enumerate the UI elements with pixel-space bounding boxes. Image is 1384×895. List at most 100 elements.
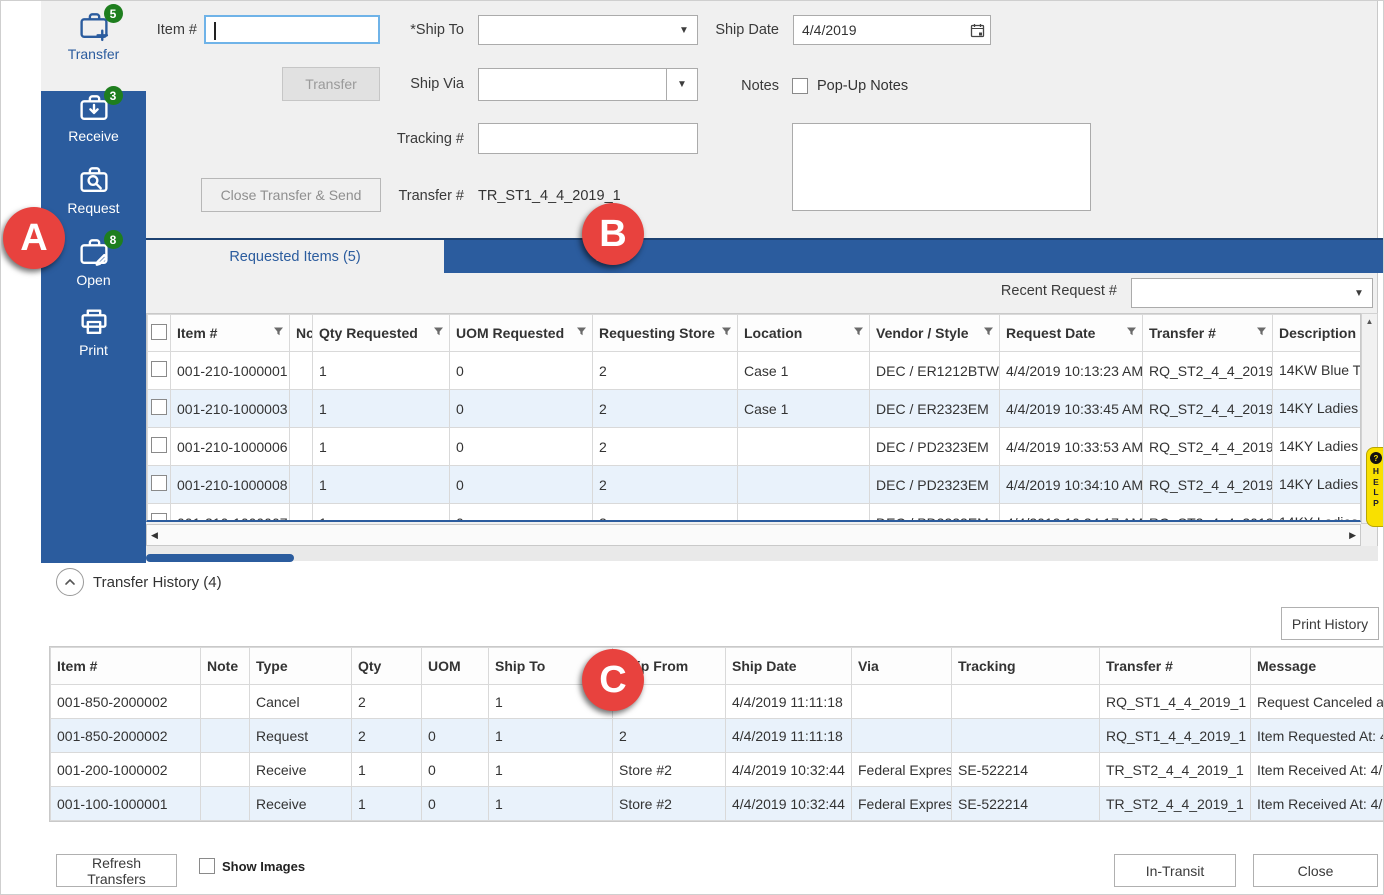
row-checkbox[interactable] xyxy=(151,475,167,491)
table-row[interactable]: 001-210-1000006102DEC / PD2323EM4/4/2019… xyxy=(148,428,1362,466)
cell-vendor-style: DEC / PD2323EM xyxy=(870,428,1000,466)
row-checkbox[interactable] xyxy=(151,437,167,453)
column-header-transfer-[interactable]: Transfer # xyxy=(1100,648,1251,685)
select-all-checkbox[interactable] xyxy=(151,324,167,340)
notes-textarea[interactable] xyxy=(792,123,1091,211)
filter-icon[interactable] xyxy=(576,326,587,337)
cell-qty-requested: 1 xyxy=(313,504,450,523)
item-number-input[interactable] xyxy=(204,15,380,44)
sidebar-item-receive[interactable]: 3Receive xyxy=(41,87,146,163)
filter-icon[interactable] xyxy=(1126,326,1137,337)
refresh-transfers-button[interactable]: Refresh Transfers xyxy=(56,854,177,887)
ship-date-picker[interactable]: 4/4/2019 xyxy=(793,15,991,45)
show-images-checkbox[interactable] xyxy=(199,858,215,874)
chevron-down-icon[interactable]: ▼ xyxy=(671,25,697,36)
transfer-number-label: Transfer # xyxy=(369,188,464,204)
transfer-button[interactable]: Transfer xyxy=(282,67,380,101)
table-row[interactable]: 001-210-1000001102Case 1DEC / ER1212BTW4… xyxy=(148,352,1362,390)
cell-message: Item Received At: 4/ xyxy=(1251,753,1384,787)
cell-vendor-style: DEC / ER1212BTW xyxy=(870,352,1000,390)
column-header-requesting-store[interactable]: Requesting Store xyxy=(593,315,738,352)
cell-request-date: 4/4/2019 10:34:17 AM xyxy=(1000,504,1143,523)
help-tab-label: HELP xyxy=(1372,466,1381,509)
cell-ship-to: 1 xyxy=(489,753,613,787)
cell-type: Cancel xyxy=(250,685,352,719)
transfer-window: 5Transfer3ReceiveRequest8OpenPrint Item … xyxy=(0,0,1384,895)
column-header-item-[interactable]: Item # xyxy=(51,648,201,685)
sidebar-item-transfer[interactable]: 5Transfer xyxy=(41,1,146,91)
table-row[interactable]: 001-210-1000007102DEC / PD2323EM4/4/2019… xyxy=(148,504,1362,523)
calendar-icon[interactable] xyxy=(964,23,990,38)
column-header-ship-date[interactable]: Ship Date xyxy=(726,648,852,685)
requested-items-grid: Item #NcQty RequestedUOM RequestedReques… xyxy=(146,313,1361,522)
history-title: Transfer History (4) xyxy=(93,574,222,591)
row-select-cell xyxy=(148,504,171,523)
transfer-history-grid: Item #NoteTypeQtyUOMShip ToShip FromShip… xyxy=(49,646,1384,822)
sidebar-item-print[interactable]: Print xyxy=(41,301,146,377)
chevron-down-icon[interactable]: ▼ xyxy=(666,69,697,100)
print-history-button[interactable]: Print History xyxy=(1281,607,1379,640)
column-header-description[interactable]: Description xyxy=(1273,315,1362,352)
close-button[interactable]: Close xyxy=(1253,854,1378,887)
column-header-nc[interactable]: Nc xyxy=(290,315,313,352)
sidebar-item-label: Open xyxy=(76,272,110,288)
row-checkbox[interactable] xyxy=(151,399,167,415)
column-header-tracking[interactable]: Tracking xyxy=(952,648,1100,685)
table-row[interactable]: 001-200-1000002Receive101Store #24/4/201… xyxy=(51,753,1384,787)
tab-bar: Requested Items (5) Items xyxy=(146,238,1384,273)
table-row[interactable]: 001-210-1000003102Case 1DEC / ER2323EM4/… xyxy=(148,390,1362,428)
column-header-select[interactable] xyxy=(148,315,171,352)
filter-icon[interactable] xyxy=(1256,326,1267,337)
horizontal-scrollbar[interactable]: ◀ ▶ xyxy=(146,524,1361,546)
column-header-uom-requested[interactable]: UOM Requested xyxy=(450,315,593,352)
table-row[interactable]: 001-100-1000001Receive101Store #24/4/201… xyxy=(51,787,1384,821)
cell-uom: 0 xyxy=(422,753,489,787)
cell-location xyxy=(738,504,870,523)
recent-request-select[interactable]: ▼ xyxy=(1131,278,1373,308)
scroll-left-icon[interactable]: ◀ xyxy=(151,530,158,541)
table-row[interactable]: 001-210-1000008102DEC / PD2323EM4/4/2019… xyxy=(148,466,1362,504)
column-header-item-[interactable]: Item # xyxy=(171,315,290,352)
column-header-qty[interactable]: Qty xyxy=(352,648,422,685)
scroll-up-icon[interactable]: ▲ xyxy=(1366,317,1374,326)
row-checkbox[interactable] xyxy=(151,513,167,522)
cell-request-date: 4/4/2019 10:34:10 AM xyxy=(1000,466,1143,504)
column-header-type[interactable]: Type xyxy=(250,648,352,685)
table-row[interactable]: 001-850-2000002Cancel214/4/2019 11:11:18… xyxy=(51,685,1384,719)
filter-icon[interactable] xyxy=(983,326,994,337)
cell-message: Request Canceled at xyxy=(1251,685,1384,719)
cell-note xyxy=(201,787,250,821)
filter-icon[interactable] xyxy=(433,326,444,337)
cell-message: Item Requested At: 4 xyxy=(1251,719,1384,753)
ship-via-select[interactable]: ▼ xyxy=(478,68,698,101)
column-header-request-date[interactable]: Request Date xyxy=(1000,315,1143,352)
cell-ship-to: 1 xyxy=(489,719,613,753)
column-header-uom[interactable]: UOM xyxy=(422,648,489,685)
help-tab[interactable]: ? HELP xyxy=(1366,447,1384,527)
column-header-vendor-style[interactable]: Vendor / Style xyxy=(870,315,1000,352)
table-row[interactable]: 001-850-2000002Request20124/4/2019 11:11… xyxy=(51,719,1384,753)
column-header-note[interactable]: Note xyxy=(201,648,250,685)
tracking-input[interactable] xyxy=(478,123,698,154)
column-header-message[interactable]: Message xyxy=(1251,648,1384,685)
cell-item-: 001-210-1000001 xyxy=(171,352,290,390)
scroll-right-icon[interactable]: ▶ xyxy=(1349,530,1356,541)
column-header-location[interactable]: Location xyxy=(738,315,870,352)
close-transfer-send-button[interactable]: Close Transfer & Send xyxy=(201,178,381,212)
popup-notes-checkbox[interactable] xyxy=(792,78,808,94)
filter-icon[interactable] xyxy=(721,326,732,337)
row-select-cell xyxy=(148,466,171,504)
column-header-qty-requested[interactable]: Qty Requested xyxy=(313,315,450,352)
row-checkbox[interactable] xyxy=(151,361,167,377)
chevron-down-icon[interactable]: ▼ xyxy=(1346,288,1372,299)
in-transit-button[interactable]: In-Transit xyxy=(1114,854,1236,887)
history-collapse-button[interactable] xyxy=(56,568,84,596)
column-header-transfer-[interactable]: Transfer # xyxy=(1143,315,1273,352)
cell-item-: 001-210-1000007 xyxy=(171,504,290,523)
ship-to-select[interactable]: ▼ xyxy=(478,15,698,45)
filter-icon[interactable] xyxy=(853,326,864,337)
filter-icon[interactable] xyxy=(273,326,284,337)
tab-requested-items[interactable]: Requested Items (5) xyxy=(146,240,444,273)
column-header-via[interactable]: Via xyxy=(852,648,952,685)
scrollbar-thumb[interactable] xyxy=(146,554,294,562)
